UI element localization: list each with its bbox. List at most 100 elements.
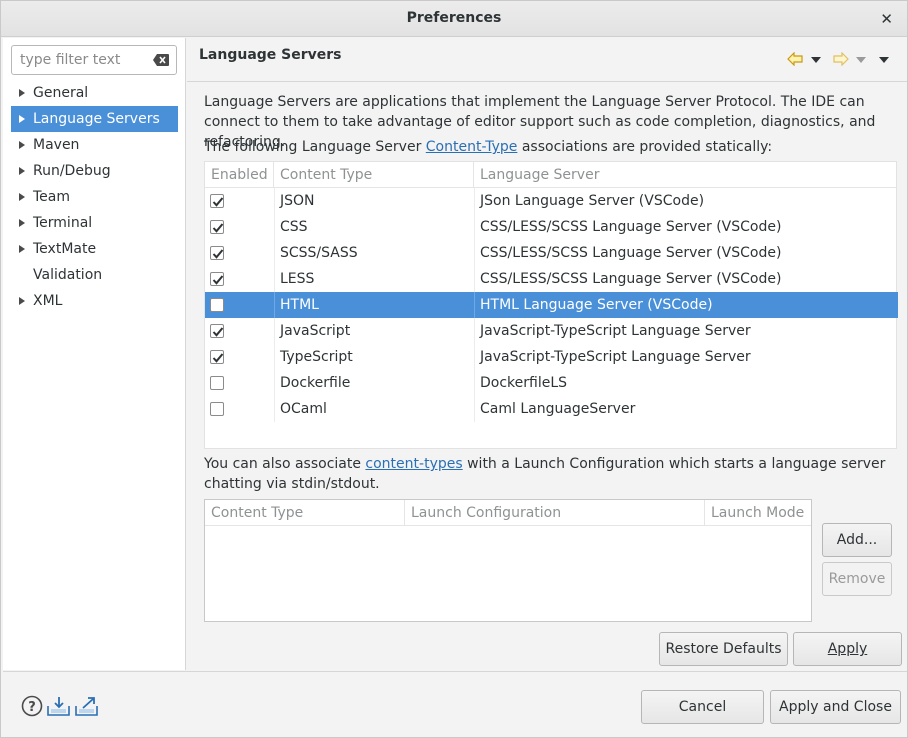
page-title: Language Servers bbox=[199, 47, 342, 63]
table-row[interactable]: SCSS/SASS CSS/LESS/SCSS Language Server (… bbox=[205, 240, 898, 266]
cancel-button[interactable]: Cancel bbox=[641, 690, 764, 724]
expand-arrow-icon[interactable] bbox=[19, 115, 25, 123]
enabled-cell bbox=[205, 292, 274, 318]
clear-icon[interactable] bbox=[153, 54, 169, 66]
launch-assoc-text: You can also associate content-types wit… bbox=[204, 454, 894, 494]
column-header-content-type[interactable]: Content Type bbox=[205, 500, 405, 526]
title-bar: Preferences ✕ bbox=[1, 1, 907, 37]
static-associations-table: Enabled Content Type Language Server JSO… bbox=[204, 161, 898, 449]
tree-item-textmate[interactable]: TextMate bbox=[11, 236, 178, 262]
content-type-cell: TypeScript bbox=[274, 344, 474, 370]
language-server-cell: CSS/LESS/SCSS Language Server (VSCode) bbox=[474, 240, 898, 266]
enabled-cell bbox=[205, 370, 274, 396]
language-server-cell: JavaScript-TypeScript Language Server bbox=[474, 318, 898, 344]
filter-field[interactable] bbox=[11, 45, 177, 75]
tree-item-label: General bbox=[33, 85, 89, 101]
static-assoc-prefix: The following Language Server bbox=[204, 139, 426, 155]
expand-arrow-icon[interactable] bbox=[19, 297, 25, 305]
language-server-cell: DockerfileLS bbox=[474, 370, 898, 396]
expand-arrow-icon[interactable] bbox=[19, 167, 25, 175]
enabled-checkbox[interactable] bbox=[210, 324, 224, 338]
column-header-language-server[interactable]: Language Server bbox=[474, 162, 894, 188]
content-type-cell: CSS bbox=[274, 214, 474, 240]
apply-and-close-button[interactable]: Apply and Close bbox=[770, 690, 901, 724]
content-type-cell: LESS bbox=[274, 266, 474, 292]
launch-configurations-table[interactable]: Content Type Launch Configuration Launch… bbox=[204, 499, 812, 622]
filter-input[interactable] bbox=[20, 51, 150, 69]
tree-item-maven[interactable]: Maven bbox=[11, 132, 178, 158]
column-header-enabled[interactable]: Enabled bbox=[205, 162, 274, 188]
enabled-checkbox[interactable] bbox=[210, 402, 224, 416]
tree-item-label: Language Servers bbox=[33, 111, 160, 127]
table-row[interactable]: TypeScript JavaScript-TypeScript Language… bbox=[205, 344, 898, 370]
svg-text:?: ? bbox=[28, 700, 36, 715]
table-row[interactable]: Dockerfile DockerfileLS bbox=[205, 370, 898, 396]
enabled-cell bbox=[205, 266, 274, 292]
restore-defaults-button[interactable]: Restore Defaults bbox=[659, 632, 788, 666]
enabled-checkbox[interactable] bbox=[210, 220, 224, 234]
language-server-cell: HTML Language Server (VSCode) bbox=[474, 292, 898, 318]
enabled-checkbox[interactable] bbox=[210, 246, 224, 260]
tree-item-team[interactable]: Team bbox=[11, 184, 178, 210]
language-server-cell: CSS/LESS/SCSS Language Server (VSCode) bbox=[474, 266, 898, 292]
preferences-sidebar: General Language Servers Maven Run/Debug Tea… bbox=[3, 38, 186, 670]
enabled-checkbox[interactable] bbox=[210, 272, 224, 286]
close-icon[interactable]: ✕ bbox=[880, 10, 893, 28]
content-type-cell: HTML bbox=[274, 292, 474, 318]
content-type-link[interactable]: Content-Type bbox=[426, 139, 518, 155]
table-row[interactable]: JSON JSon Language Server (VSCode) bbox=[205, 188, 898, 214]
table-body: JSON JSon Language Server (VSCode) CSS CSS/… bbox=[205, 188, 898, 422]
table-header: Content Type Launch Configuration Launch… bbox=[205, 500, 811, 526]
tree-item-run-debug[interactable]: Run/Debug bbox=[11, 158, 178, 184]
tree-item-xml[interactable]: XML bbox=[11, 288, 178, 314]
apply-label: Apply bbox=[827, 641, 868, 657]
table-row[interactable]: JavaScript JavaScript-TypeScript Language… bbox=[205, 318, 898, 344]
table-row[interactable]: HTML HTML Language Server (VSCode) bbox=[205, 292, 898, 318]
expand-arrow-icon[interactable] bbox=[19, 245, 25, 253]
column-header-content-type[interactable]: Content Type bbox=[274, 162, 474, 188]
expand-arrow-icon[interactable] bbox=[19, 193, 25, 201]
help-icon[interactable]: ? bbox=[21, 695, 43, 717]
language-server-cell: JavaScript-TypeScript Language Server bbox=[474, 344, 898, 370]
tree-item-general[interactable]: General bbox=[11, 80, 178, 106]
forward-arrow-icon[interactable] bbox=[833, 52, 849, 66]
content-types-link[interactable]: content-types bbox=[365, 456, 462, 472]
expand-arrow-icon[interactable] bbox=[19, 89, 25, 97]
enabled-cell bbox=[205, 240, 274, 266]
back-arrow-icon[interactable] bbox=[787, 52, 803, 66]
static-assoc-suffix: associations are provided statically: bbox=[517, 139, 773, 155]
add-button[interactable]: Add... bbox=[822, 523, 892, 557]
table-row[interactable]: OCaml Caml LanguageServer bbox=[205, 396, 898, 422]
table-header: Enabled Content Type Language Server bbox=[205, 162, 896, 188]
enabled-checkbox[interactable] bbox=[210, 298, 224, 312]
content-type-cell: JSON bbox=[274, 188, 474, 214]
content-type-cell: Dockerfile bbox=[274, 370, 474, 396]
tree-item-label: Run/Debug bbox=[33, 163, 111, 179]
table-row[interactable]: CSS CSS/LESS/SCSS Language Server (VSCode… bbox=[205, 214, 898, 240]
view-menu-icon[interactable] bbox=[879, 57, 889, 63]
back-dropdown-icon[interactable] bbox=[811, 57, 821, 63]
tree-item-label: TextMate bbox=[33, 241, 97, 257]
column-header-launch-configuration[interactable]: Launch Configuration bbox=[405, 500, 705, 526]
remove-button[interactable]: Remove bbox=[822, 562, 892, 596]
enabled-checkbox[interactable] bbox=[210, 194, 224, 208]
enabled-checkbox[interactable] bbox=[210, 376, 224, 390]
tree-item-label: XML bbox=[33, 293, 63, 309]
table-row[interactable]: LESS CSS/LESS/SCSS Language Server (VSCod… bbox=[205, 266, 898, 292]
content-type-cell: SCSS/SASS bbox=[274, 240, 474, 266]
export-icon[interactable] bbox=[75, 696, 99, 716]
column-header-launch-mode[interactable]: Launch Mode bbox=[705, 500, 811, 526]
tree-item-label: Maven bbox=[33, 137, 80, 153]
dialog-title: Preferences bbox=[406, 10, 502, 26]
expand-arrow-icon[interactable] bbox=[19, 219, 25, 227]
expand-arrow-icon[interactable] bbox=[19, 141, 25, 149]
enabled-checkbox[interactable] bbox=[210, 350, 224, 364]
tree-item-validation[interactable]: Validation bbox=[11, 262, 178, 288]
tree-item-label: Terminal bbox=[33, 215, 93, 231]
dialog-footer: ? Cancel Apply and Close bbox=[3, 671, 907, 737]
forward-dropdown-icon[interactable] bbox=[856, 57, 866, 63]
import-icon[interactable] bbox=[47, 696, 71, 716]
tree-item-language-servers[interactable]: Language Servers bbox=[11, 106, 178, 132]
apply-button[interactable]: Apply bbox=[793, 632, 902, 666]
tree-item-terminal[interactable]: Terminal bbox=[11, 210, 178, 236]
